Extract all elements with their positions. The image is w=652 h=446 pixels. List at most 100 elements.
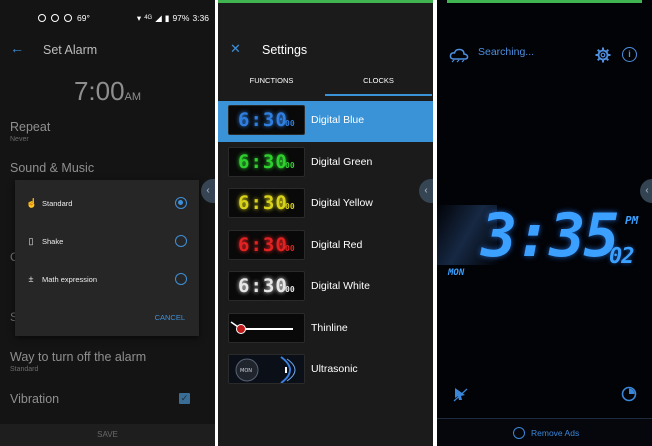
- turn-off-setting[interactable]: Way to turn off the alarm Standard: [10, 350, 146, 373]
- sleep-timer-icon[interactable]: [621, 386, 637, 402]
- status-bar: 69° ▾ 4G ◢ ▮ 97% 3:36: [0, 0, 215, 36]
- clock-style-item[interactable]: 6:30 00 Digital Red: [218, 226, 433, 267]
- vibration-checkbox[interactable]: ✓: [179, 393, 190, 404]
- side-drawer-handle[interactable]: ‹: [201, 179, 215, 203]
- remove-ads-button[interactable]: Remove Ads: [437, 418, 652, 446]
- save-button[interactable]: SAVE: [0, 424, 215, 446]
- current-seconds: 02: [609, 244, 634, 269]
- battery-text: 97%: [172, 13, 190, 23]
- clock-preview-thumbnail: 6:30 00: [228, 188, 305, 218]
- weather-status: Searching...: [478, 46, 535, 58]
- option-label: Shake: [42, 236, 64, 246]
- dialog-option-shake[interactable]: ▯ Shake: [15, 229, 199, 253]
- side-drawer-handle[interactable]: ‹: [640, 179, 652, 203]
- dialog-option-math[interactable]: ± Math expression: [15, 267, 199, 291]
- phone-shake-icon: ▯: [28, 235, 34, 246]
- temperature-text: 69°: [77, 13, 90, 23]
- repeat-value: Never: [10, 136, 29, 143]
- clock-top-bar: Searching... i: [437, 40, 652, 70]
- preview-digits: 6:30: [238, 275, 288, 297]
- app-bar: ← Set Alarm: [0, 36, 215, 64]
- alarm-off-icon[interactable]: [452, 386, 468, 402]
- clock-style-name: Digital Green: [311, 155, 373, 168]
- status-right: ▾ 4G ◢ ▮ 97% 3:36: [137, 13, 209, 24]
- tab-clocks[interactable]: CLOCKS: [325, 72, 432, 96]
- clock-style-item[interactable]: 6:30 00 Digital Blue: [218, 101, 433, 142]
- wifi-icon: ▾: [136, 12, 142, 23]
- alarm-ampm: AM: [124, 91, 142, 103]
- remove-ads-label: Remove Ads: [531, 428, 580, 438]
- info-icon[interactable]: i: [622, 47, 637, 62]
- tab-functions[interactable]: FUNCTIONS: [218, 72, 325, 96]
- back-arrow-icon[interactable]: ←: [10, 40, 24, 56]
- clock-display-screen: Searching... i 3:35 PM 02 MON ‹ Remove A…: [437, 0, 652, 446]
- repeat-label: Repeat: [10, 120, 51, 134]
- status-strip: [447, 0, 642, 3]
- preview-seconds: 00: [285, 160, 295, 170]
- notification-icon: [51, 14, 59, 22]
- math-icon: ±: [28, 274, 34, 284]
- page-title: Set Alarm: [43, 43, 98, 57]
- dialog-option-standard[interactable]: ☝ Standard: [15, 191, 199, 215]
- preview-digits: 6:30: [238, 109, 288, 131]
- sound-setting[interactable]: Sound & Music: [10, 161, 94, 175]
- alarm-time[interactable]: 7:00AM: [0, 76, 215, 107]
- clock-style-item[interactable]: Thinline: [218, 309, 433, 350]
- clock-preview-thumbnail: 6:30 00: [228, 105, 305, 135]
- battery-icon: ▮: [164, 12, 170, 23]
- svg-text:MON: MON: [240, 368, 252, 374]
- turn-off-value: Standard: [10, 366, 39, 373]
- signal-text: 4G: [144, 15, 153, 21]
- touch-icon: ☝: [26, 197, 38, 208]
- preview-seconds: 00: [285, 202, 295, 211]
- settings-screen: ✕ Settings FUNCTIONS CLOCKS 6:30 00 Digita…: [218, 0, 433, 446]
- current-time[interactable]: 3:35: [481, 204, 619, 268]
- clock-preview-thumbnail: 6:30 00: [228, 229, 305, 260]
- preview-digits: 6:30: [238, 192, 288, 214]
- clock-style-name: Thinline: [311, 321, 348, 334]
- preview-digits: 6:30: [238, 150, 288, 173]
- radio-button[interactable]: [175, 235, 187, 247]
- option-label: Standard: [42, 198, 73, 208]
- signal-icon: ◢: [155, 12, 162, 23]
- cancel-button[interactable]: CANCEL: [155, 313, 185, 322]
- vibration-label: Vibration: [10, 392, 60, 406]
- clock-style-item[interactable]: 6:30 00 Digital White: [218, 267, 433, 308]
- clock-style-name: Digital Red: [311, 238, 363, 251]
- app-bar: ✕ Settings: [218, 36, 433, 64]
- set-alarm-screen: 69° ▾ 4G ◢ ▮ 97% 3:36 ← Set Alarm 7:00AM…: [0, 0, 215, 446]
- settings-tabs: FUNCTIONS CLOCKS: [218, 72, 433, 96]
- clock-style-name: Digital Blue: [311, 114, 365, 126]
- clock-style-name: Digital Yellow: [311, 197, 373, 209]
- page-title: Settings: [262, 43, 308, 57]
- gear-icon[interactable]: [595, 47, 611, 63]
- preview-seconds: 00: [285, 119, 295, 128]
- vibration-setting[interactable]: Vibration: [10, 392, 59, 406]
- clock-style-item[interactable]: MON Ultrasonic: [218, 350, 433, 391]
- thinline-preview-icon: [230, 320, 293, 334]
- radio-button-selected[interactable]: [175, 197, 187, 209]
- clock-style-name: Digital White: [311, 280, 370, 292]
- ultrasonic-preview-icon: MON: [229, 355, 304, 383]
- close-icon[interactable]: ✕: [230, 41, 241, 57]
- option-label: Math expression: [42, 274, 98, 284]
- clock-preview-thumbnail: MON: [228, 354, 305, 384]
- clock-text: 3:36: [192, 13, 209, 23]
- clock-preview-thumbnail: [228, 312, 305, 343]
- notification-icon: [64, 14, 72, 22]
- clock-style-item[interactable]: 6:30 00 Digital Yellow: [218, 184, 433, 225]
- alarm-time-value: 7:00: [73, 76, 125, 106]
- notification-icon: [38, 14, 46, 22]
- status-strip: [218, 0, 433, 3]
- current-day: MON: [448, 268, 465, 278]
- radio-button[interactable]: [175, 273, 187, 285]
- clock-preview-thumbnail: 6:30 00: [228, 146, 305, 177]
- preview-seconds: 00: [285, 243, 295, 253]
- remove-ads-icon: [513, 427, 525, 439]
- preview-seconds: 00: [285, 285, 295, 294]
- turn-off-method-dialog: ☝ Standard ▯ Shake ± Math expression CAN…: [15, 180, 199, 336]
- repeat-setting[interactable]: Repeat Never: [10, 120, 50, 143]
- sound-label: Sound & Music: [10, 161, 95, 175]
- weather-cloud-icon[interactable]: [449, 47, 469, 63]
- clock-style-item[interactable]: 6:30 00 Digital Green: [218, 143, 433, 184]
